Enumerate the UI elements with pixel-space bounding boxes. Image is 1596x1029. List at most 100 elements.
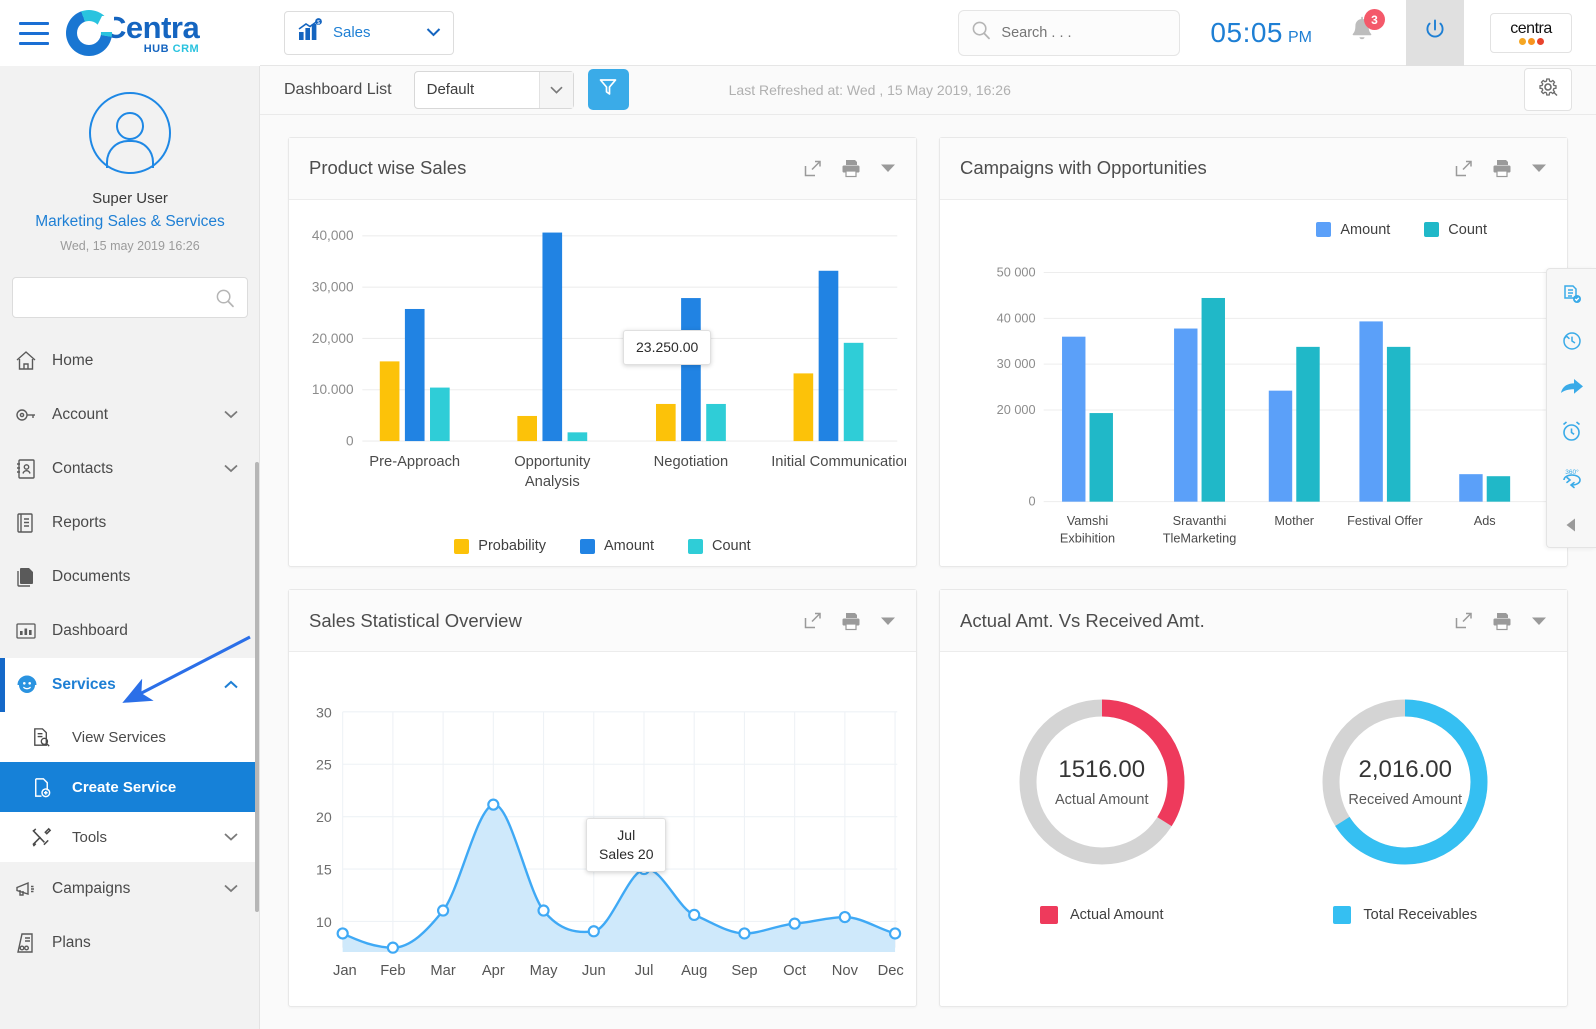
tooltip-line-1: Jul <box>599 826 653 845</box>
svg-text:Jul: Jul <box>635 963 654 979</box>
avatar[interactable] <box>89 92 171 174</box>
card-header: Product wise Sales <box>289 138 916 200</box>
expand-icon[interactable] <box>1454 159 1473 178</box>
expand-icon[interactable] <box>803 611 822 630</box>
svg-text:25: 25 <box>316 758 332 774</box>
legend-item-count[interactable]: Count <box>1424 222 1487 238</box>
sidebar-item-home[interactable]: Home <box>0 334 260 388</box>
360-refresh-icon[interactable]: 360° <box>1559 466 1585 490</box>
legend-label: Amount <box>1340 222 1390 238</box>
corner-brand-logo: centra <box>1490 13 1572 53</box>
document-check-icon[interactable] <box>1560 283 1584 307</box>
search-icon[interactable] <box>215 288 235 313</box>
print-icon[interactable] <box>840 611 862 631</box>
svg-text:10: 10 <box>316 915 332 931</box>
dashboard-select[interactable]: Default <box>414 71 574 109</box>
search-input[interactable] <box>1001 25 1167 41</box>
sidebar-item-dashboard[interactable]: Dashboard <box>0 604 260 658</box>
print-icon[interactable] <box>1491 158 1513 178</box>
svg-text:Ads: Ads <box>1474 513 1496 528</box>
global-search[interactable] <box>958 10 1180 56</box>
sidebar-item-campaigns[interactable]: Campaigns <box>0 862 260 916</box>
print-icon[interactable] <box>1491 611 1513 631</box>
collapse-left-icon[interactable] <box>1563 516 1581 539</box>
card-body: 40,00030,000 20,00010.0000 <box>289 200 916 567</box>
sidebar-search <box>12 277 248 318</box>
sidebar-search-input[interactable] <box>12 277 248 318</box>
svg-text:10.000: 10.000 <box>312 382 354 397</box>
chevron-down-icon[interactable] <box>880 616 896 626</box>
donut-caption: Received Amount <box>1348 792 1462 808</box>
print-icon[interactable] <box>840 158 862 178</box>
chevron-down-icon[interactable] <box>224 406 238 424</box>
svg-text:$: $ <box>317 20 320 26</box>
sidebar-item-label: Account <box>52 406 108 424</box>
sidebar-item-label: Plans <box>52 934 91 952</box>
sidebar-item-services[interactable]: Services <box>0 658 260 712</box>
last-refreshed-text: Last Refreshed at: Wed , 15 May 2019, 16… <box>729 82 1011 98</box>
notifications-button[interactable]: 3 <box>1348 15 1376 50</box>
svg-text:Dec: Dec <box>878 963 904 979</box>
chevron-down-icon[interactable] <box>539 72 573 108</box>
legend-item-count[interactable]: Count <box>688 538 751 554</box>
reports-icon <box>14 511 52 535</box>
chevron-down-icon[interactable] <box>426 24 441 42</box>
logo-c-mark-icon <box>66 10 112 56</box>
chevron-down-icon[interactable] <box>224 880 238 898</box>
history-clock-icon[interactable] <box>1560 329 1584 353</box>
logo-main-text: Centra <box>104 12 199 43</box>
filter-button[interactable] <box>588 69 629 110</box>
main-content: $ Sales 05:05 PM <box>260 0 1596 1029</box>
power-button[interactable] <box>1406 0 1464 66</box>
legend-swatch <box>580 539 595 554</box>
view-services-icon <box>30 726 72 749</box>
contacts-icon <box>14 457 52 481</box>
legend-item-amount[interactable]: Amount <box>580 538 654 554</box>
documents-icon <box>14 565 52 589</box>
card-header: Sales Statistical Overview <box>289 590 916 652</box>
sidebar-item-label: Dashboard <box>52 622 128 640</box>
quick-actions-rail: 360° <box>1546 268 1596 548</box>
svg-text:Apr: Apr <box>482 963 505 979</box>
chevron-down-icon[interactable] <box>880 163 896 173</box>
legend-label: Count <box>1448 222 1487 238</box>
alarm-clock-icon[interactable] <box>1559 419 1584 444</box>
expand-icon[interactable] <box>1454 611 1473 630</box>
donut-received-amount: 2,016.00 Received Amount Total Receivabl… <box>1315 692 1495 924</box>
hamburger-menu-icon[interactable] <box>16 18 52 48</box>
svg-text:Exbihition: Exbihition <box>1060 530 1115 545</box>
dashboard-list-label: Dashboard List <box>284 81 392 99</box>
sidebar-scrollbar[interactable] <box>255 462 259 912</box>
svg-text:Nov: Nov <box>832 963 859 979</box>
legend-item-probability[interactable]: Probability <box>454 538 546 554</box>
sidebar-item-documents[interactable]: Documents <box>0 550 260 604</box>
chevron-up-icon[interactable] <box>224 676 238 694</box>
donut-legend[interactable]: Actual Amount <box>1012 906 1192 924</box>
svg-text:15: 15 <box>316 863 332 879</box>
donut-legend[interactable]: Total Receivables <box>1315 906 1495 924</box>
svg-text:Aug: Aug <box>681 963 707 979</box>
sidebar-item-plans[interactable]: Plans <box>0 916 260 970</box>
sidebar-item-reports[interactable]: Reports <box>0 496 260 550</box>
legend-label: Amount <box>604 538 654 554</box>
chevron-down-icon[interactable] <box>1531 616 1547 626</box>
module-selector[interactable]: $ Sales <box>284 11 454 55</box>
centrahub-logo[interactable]: Centra HUB CRM <box>66 10 199 56</box>
crm-dashboard-app: Centra HUB CRM Super User Marketing Sale… <box>0 0 1596 1029</box>
dashboard-settings-button[interactable] <box>1524 68 1572 111</box>
tooltip-line-2: Sales 20 <box>599 845 653 864</box>
chevron-down-icon[interactable] <box>224 829 238 846</box>
sidebar-item-account[interactable]: Account <box>0 388 260 442</box>
sidebar-subitem-tools[interactable]: Tools <box>0 812 260 862</box>
forward-arrow-icon[interactable] <box>1559 375 1585 397</box>
module-selector-label: Sales <box>333 24 416 41</box>
chevron-down-icon[interactable] <box>224 460 238 478</box>
sidebar-subitem-create-service[interactable]: Create Service <box>0 762 260 812</box>
sidebar-subitem-view-services[interactable]: View Services <box>0 712 260 762</box>
expand-icon[interactable] <box>803 159 822 178</box>
sidebar-item-contacts[interactable]: Contacts <box>0 442 260 496</box>
chevron-down-icon[interactable] <box>1531 163 1547 173</box>
svg-text:Analysis: Analysis <box>525 474 580 490</box>
legend-item-amount[interactable]: Amount <box>1316 222 1390 238</box>
create-service-icon <box>30 776 72 799</box>
